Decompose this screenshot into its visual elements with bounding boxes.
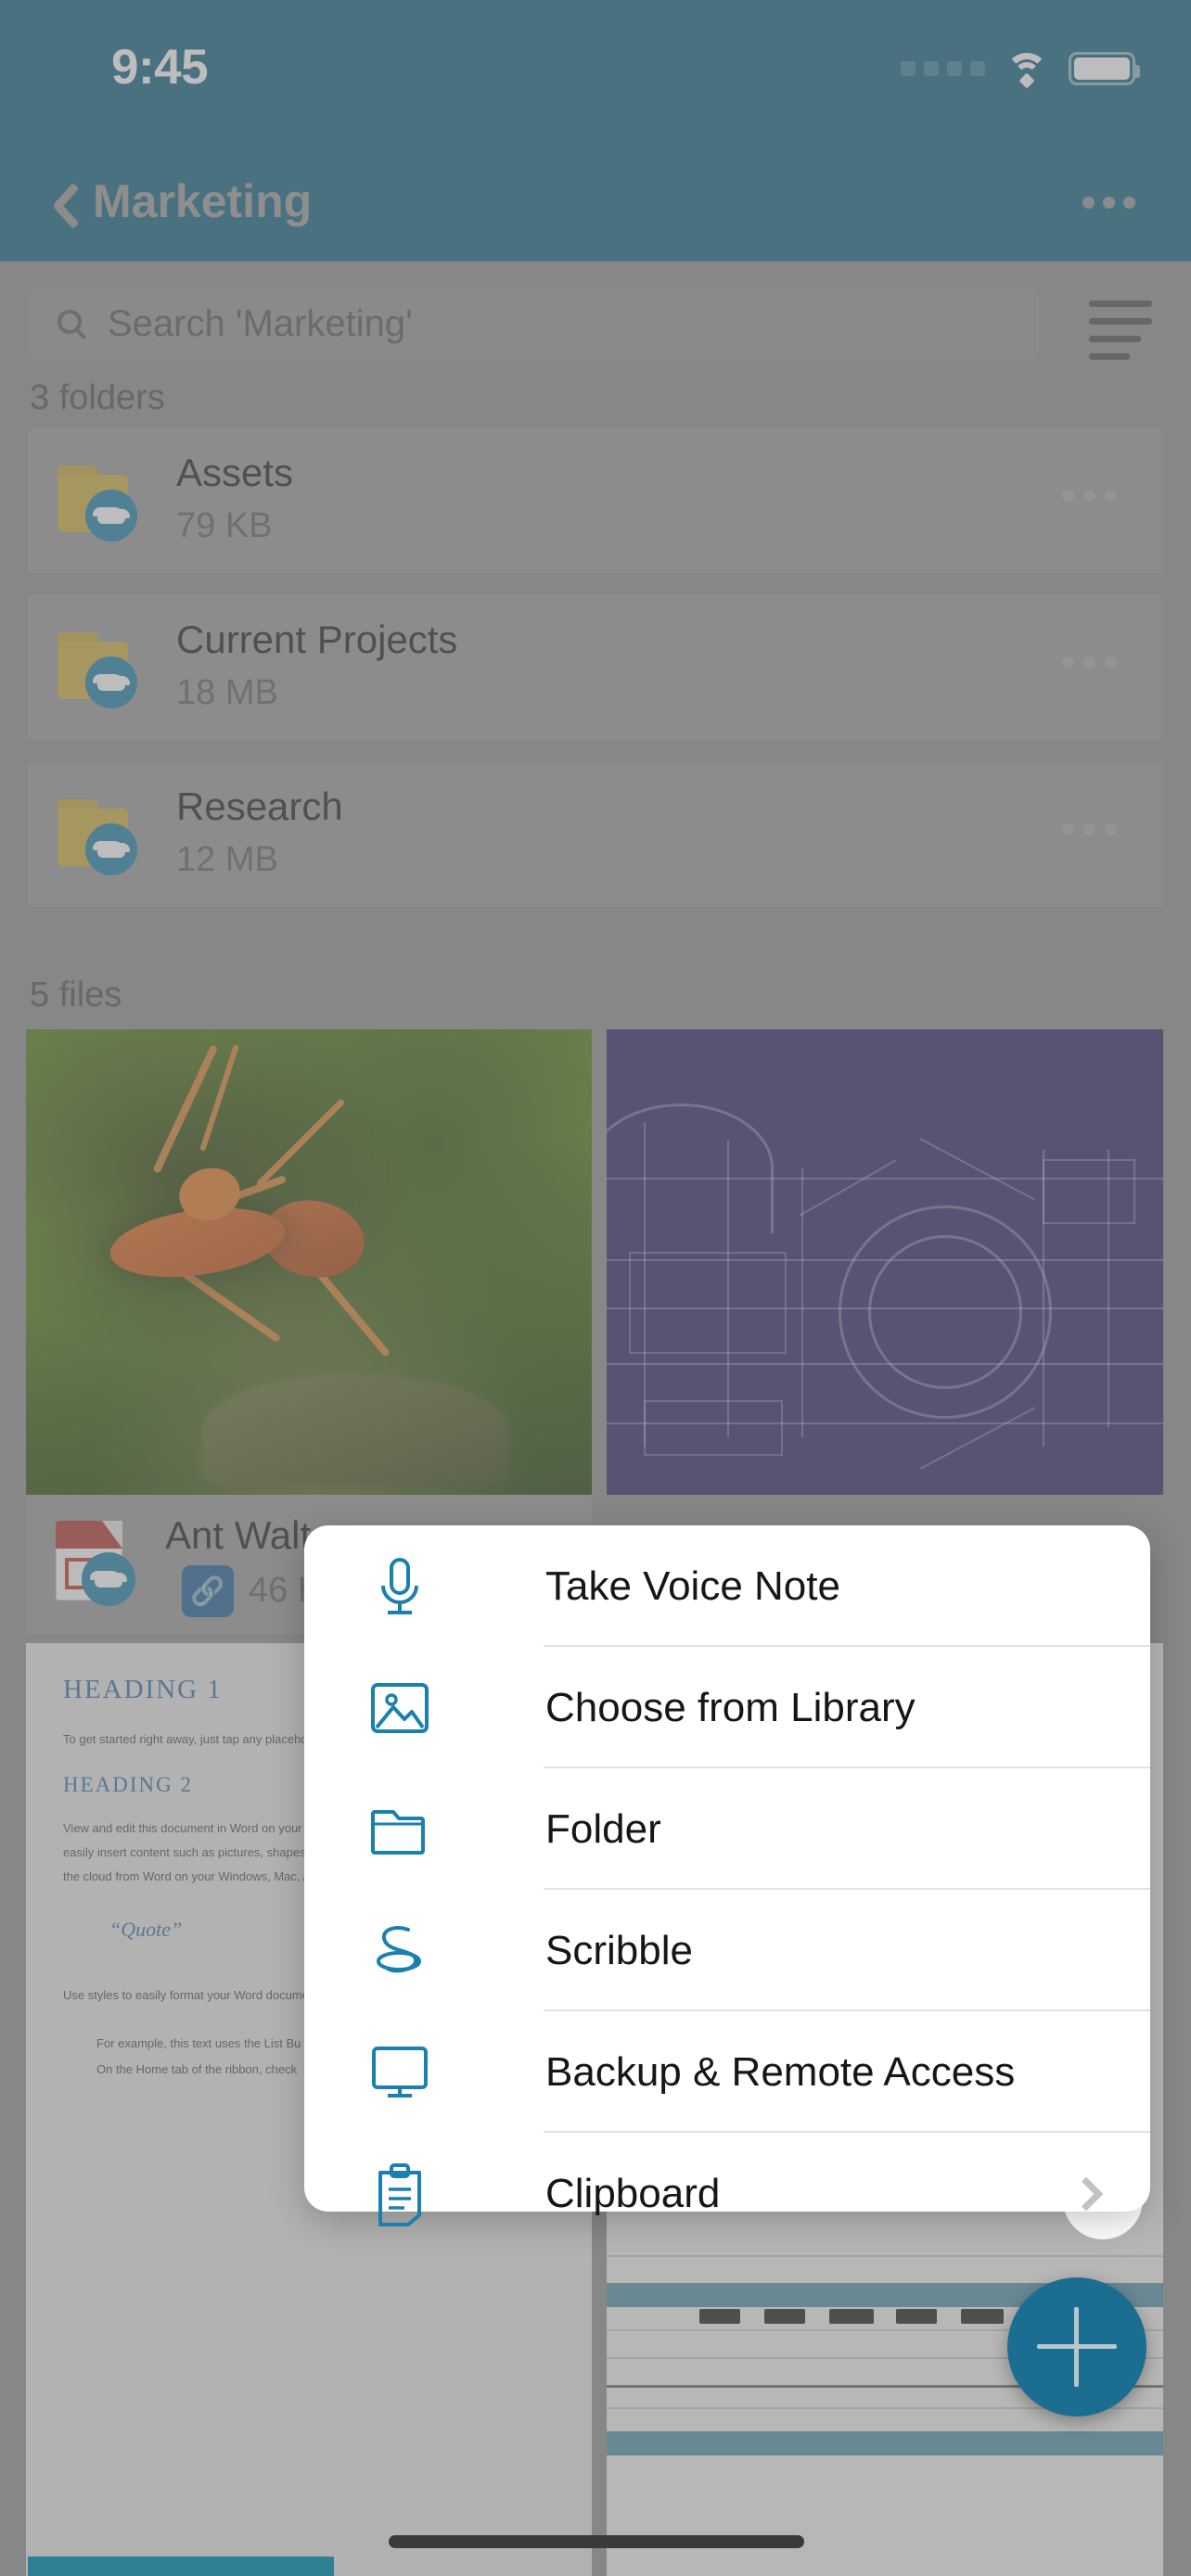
microphone-icon [367, 1554, 432, 1619]
menu-item-label: Backup & Remote Access [545, 2048, 1016, 2095]
chevron-right-icon [1069, 2176, 1104, 2211]
add-menu-popup: Take Voice Note Choose from Library Fold… [304, 1525, 1150, 2226]
menu-item-label: Clipboard [545, 2170, 721, 2216]
menu-item-scribble[interactable]: Scribble [304, 1890, 1150, 2011]
menu-item-label: Scribble [545, 1927, 693, 1973]
menu-item-label: Folder [545, 1805, 661, 1852]
menu-item-label: Choose from Library [545, 1684, 916, 1730]
home-indicator [389, 2535, 804, 2548]
menu-item-label: Take Voice Note [545, 1562, 840, 1609]
monitor-icon [367, 2040, 432, 2105]
menu-item-clipboard[interactable]: Clipboard [304, 2133, 1150, 2254]
menu-item-choose-from-library[interactable]: Choose from Library [304, 1647, 1150, 1768]
menu-item-take-voice-note[interactable]: Take Voice Note [304, 1525, 1150, 1647]
bottom-accent-bar [28, 2557, 334, 2576]
menu-item-backup-remote-access[interactable]: Backup & Remote Access [304, 2011, 1150, 2133]
scribble-icon [367, 1919, 432, 1983]
add-fab-button[interactable] [1007, 2277, 1146, 2417]
menu-item-folder[interactable]: Folder [304, 1768, 1150, 1890]
clipboard-icon [367, 2162, 432, 2226]
photo-icon [367, 1676, 432, 1741]
folder-icon [367, 1797, 432, 1862]
